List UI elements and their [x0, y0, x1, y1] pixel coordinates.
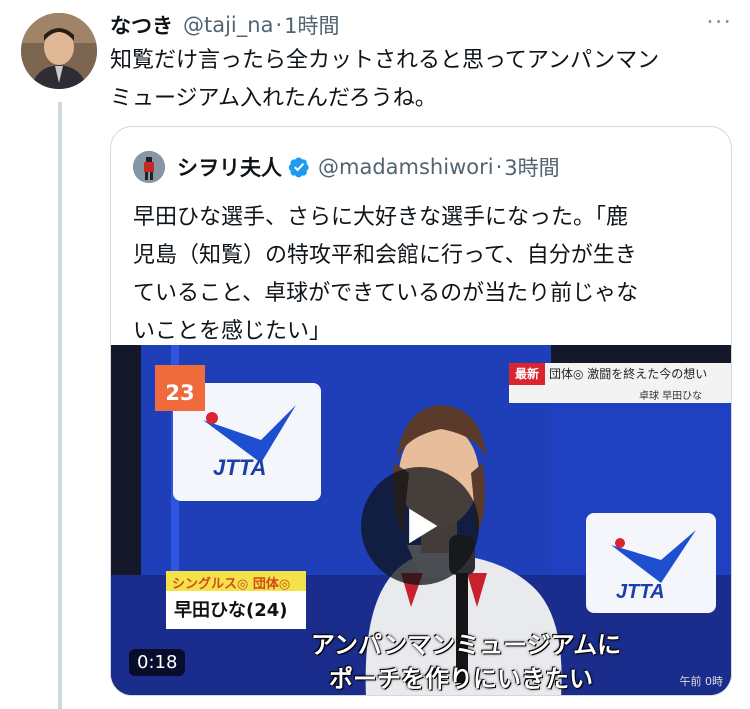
play-button[interactable] [361, 467, 479, 585]
display-name[interactable]: なつき [110, 10, 173, 40]
tweet-text: 知覧だけ言ったら全カットされると思ってアンパンマン ミュージアム入れたんだろうね… [110, 42, 730, 118]
news-label: 最新 [509, 363, 545, 385]
broadcast-time: 午前 0時 [679, 675, 724, 688]
quoted-tweet-header: シヲリ夫人 @madamshiwori · 3時間 [133, 149, 560, 185]
caption-player-name: 早田ひな(24) [166, 591, 306, 629]
video-duration: 0:18 [129, 649, 186, 676]
quoted-tweet[interactable]: シヲリ夫人 @madamshiwori · 3時間 早田ひな選手、さらに大好きな… [110, 126, 732, 696]
quoted-display-name: シヲリ夫人 [177, 156, 282, 180]
verified-badge-icon [288, 156, 310, 178]
user-handle[interactable]: @taji_na [183, 13, 273, 37]
thread-line [58, 102, 62, 709]
name-caption: シングルス◎ 団体◎ 早田ひな(24) [166, 571, 306, 629]
video-subtitle: アンパンマンミュージアムに [311, 631, 622, 659]
quoted-avatar [133, 151, 165, 183]
more-options-icon[interactable]: ··· [706, 8, 732, 36]
quoted-text-line: ていること、卓球ができているのが当たり前じゃな [133, 281, 639, 306]
separator-dot: · [495, 155, 503, 179]
quoted-user-handle: @madamshiwori [318, 155, 494, 179]
news-ticker: 最新 団体◎ 激闘を終えた今の想い 卓球 早田ひな [509, 363, 731, 403]
play-icon [409, 508, 438, 544]
jtta-logo-left: JTTA [213, 455, 266, 480]
avatar[interactable] [21, 13, 97, 89]
tweet-text-line: 知覧だけ言ったら全カットされると思ってアンパンマン [110, 48, 660, 73]
quoted-text-line: 早田ひな選手、さらに大好きな選手になった。「鹿 [133, 205, 629, 230]
news-headline: 団体◎ 激闘を終えた今の想い [549, 367, 708, 381]
video-player[interactable]: JTTA JTTA 23 最新 団体◎ 激闘を終えた今の想い 卓球 早田ひな シ… [111, 345, 731, 695]
tweet-text-line: ミュージアム入れたんだろうね。 [110, 86, 437, 111]
quoted-text-line: 児島（知覧）の特攻平和会館に行って、自分が生き [133, 243, 637, 268]
jtta-logo-right: JTTA [616, 581, 665, 603]
video-subtitle: ポーチを作りにいきたい [329, 665, 593, 693]
channel-badge: 23 [155, 365, 205, 411]
separator-dot: · [275, 13, 283, 37]
quoted-tweet-text: 早田ひな選手、さらに大好きな選手になった。「鹿 児島（知覧）の特攻平和会館に行っ… [133, 199, 718, 351]
news-subline: 卓球 早田ひな [639, 391, 703, 402]
timestamp[interactable]: 1時間 [284, 10, 339, 40]
quoted-timestamp: 3時間 [504, 156, 560, 180]
caption-event: シングルス◎ 団体◎ [166, 571, 306, 592]
tweet-header: なつき @taji_na · 1時間 [110, 8, 730, 42]
